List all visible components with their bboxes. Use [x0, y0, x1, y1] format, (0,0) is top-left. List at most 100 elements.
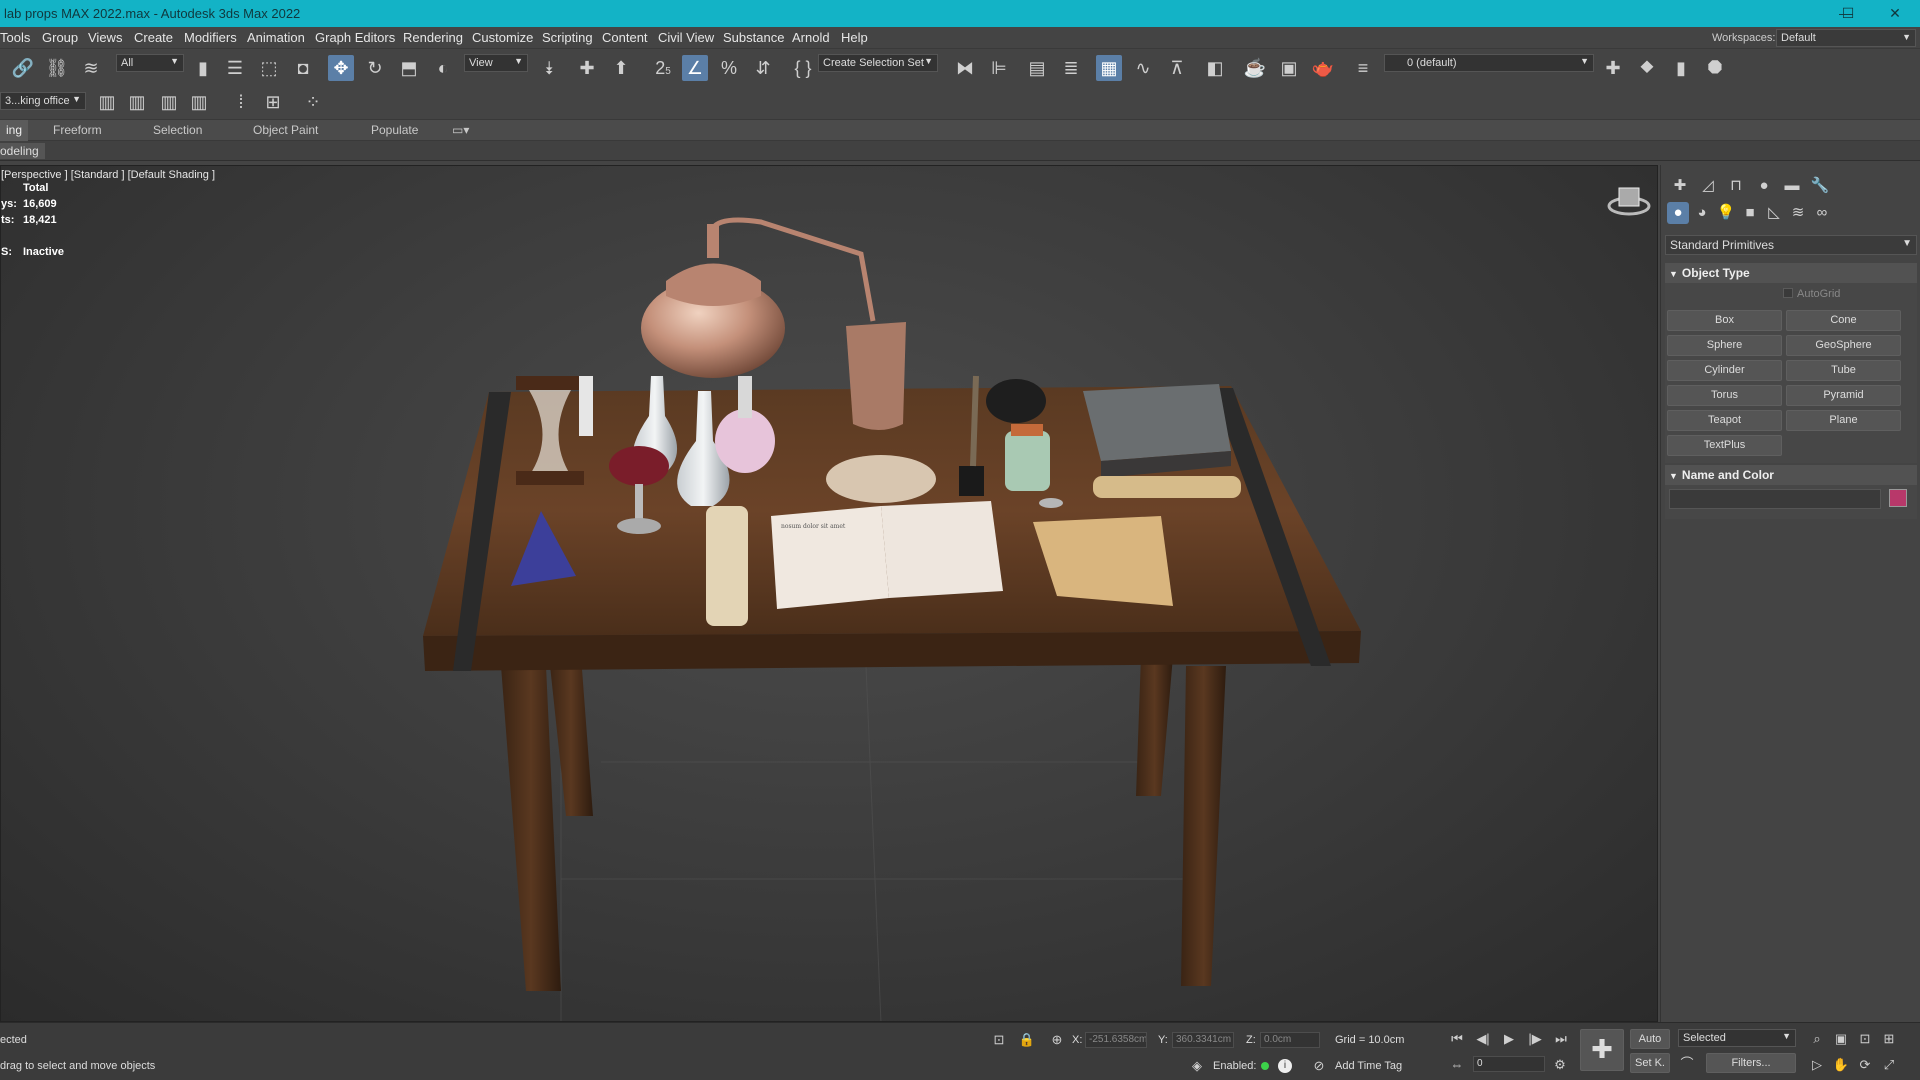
menu-content[interactable]: Content: [602, 30, 648, 45]
cone-button[interactable]: Cone: [1786, 310, 1901, 331]
ribbon-tab-freeform[interactable]: Freeform: [53, 123, 102, 137]
zoom-extents-icon[interactable]: ⊡: [1856, 1030, 1874, 1048]
menu-modifiers[interactable]: Modifiers: [184, 30, 237, 45]
close-button[interactable]: ✕: [1875, 2, 1915, 24]
selection-filter-dropdown[interactable]: All ▼: [116, 54, 184, 72]
scene-explorer-dropdown[interactable]: 3...king office ▼: [0, 92, 86, 110]
set-current-layer-icon[interactable]: ⯃: [1702, 55, 1728, 81]
render-setup-icon[interactable]: ☕: [1242, 55, 1268, 81]
named-selection-dropdown[interactable]: Create Selection Set ▼: [818, 54, 938, 72]
motion-tab-icon[interactable]: ●: [1753, 175, 1775, 197]
unlink-icon[interactable]: ⛓: [44, 55, 70, 81]
absolute-mode-icon[interactable]: ⊕: [1048, 1031, 1066, 1049]
angle-snap-icon[interactable]: ∠: [682, 55, 708, 81]
adaptive-degradation-icon[interactable]: ◈: [1188, 1057, 1206, 1075]
ribbon-options-icon[interactable]: ▭▾: [452, 123, 469, 137]
edit-named-selection-icon[interactable]: { }: [790, 55, 816, 81]
layer-move-icon[interactable]: ▥: [156, 89, 182, 115]
geosphere-button[interactable]: GeoSphere: [1786, 335, 1901, 356]
helpers-icon[interactable]: ◺: [1763, 202, 1785, 224]
menu-create[interactable]: Create: [134, 30, 173, 45]
menu-customize[interactable]: Customize: [472, 30, 533, 45]
add-time-tag[interactable]: Add Time Tag: [1335, 1060, 1402, 1072]
previous-frame-icon[interactable]: ◀|: [1474, 1030, 1492, 1048]
lock-selection-icon[interactable]: 🔒: [1018, 1031, 1036, 1049]
set-key-big-icon[interactable]: ✚: [1580, 1029, 1624, 1071]
info-icon[interactable]: i: [1278, 1059, 1292, 1073]
menu-graph-editors[interactable]: Graph Editors: [315, 30, 395, 45]
display-tab-icon[interactable]: ▬: [1781, 175, 1803, 197]
material-editor-icon[interactable]: ◧: [1202, 55, 1228, 81]
schematic-view-icon[interactable]: ⊼: [1164, 55, 1190, 81]
select-and-move-icon[interactable]: ✥: [328, 55, 354, 81]
current-frame-field[interactable]: 0: [1473, 1056, 1545, 1072]
workspaces-dropdown[interactable]: Default ▼: [1776, 29, 1916, 47]
select-by-name-icon[interactable]: ☰: [222, 55, 248, 81]
box-button[interactable]: Box: [1667, 310, 1782, 331]
window-crossing-icon[interactable]: ◘: [290, 55, 316, 81]
object-name-field[interactable]: [1669, 489, 1881, 509]
menu-arnold[interactable]: Arnold: [792, 30, 830, 45]
menu-views[interactable]: Views: [88, 30, 122, 45]
auto-key-button[interactable]: Auto: [1630, 1029, 1670, 1049]
key-tangents-icon[interactable]: ⌒: [1678, 1055, 1696, 1073]
menu-scripting[interactable]: Scripting: [542, 30, 593, 45]
textplus-button[interactable]: TextPlus: [1667, 435, 1782, 456]
select-manipulate-icon[interactable]: ✚: [574, 55, 600, 81]
lights-icon[interactable]: 💡: [1715, 202, 1737, 224]
layer-settings-icon[interactable]: ▥: [94, 89, 120, 115]
y-coordinate-field[interactable]: 360.3341cm: [1172, 1032, 1234, 1048]
percent-snap-icon[interactable]: %: [716, 55, 742, 81]
create-layer-icon[interactable]: ✚: [1600, 55, 1626, 81]
cameras-icon[interactable]: ■: [1739, 202, 1761, 224]
create-tab-icon[interactable]: ✚: [1669, 175, 1691, 197]
ribbon-tab-selection[interactable]: Selection: [153, 123, 202, 137]
torus-button[interactable]: Torus: [1667, 385, 1782, 406]
menu-substance[interactable]: Substance: [723, 30, 784, 45]
maximize-button[interactable]: ☐: [1828, 2, 1868, 24]
menu-rendering[interactable]: Rendering: [403, 30, 463, 45]
menu-group[interactable]: Group: [42, 30, 78, 45]
menu-tools[interactable]: Tools: [0, 30, 30, 45]
ribbon-tab-populate[interactable]: Populate: [371, 123, 418, 137]
manage-layers-icon[interactable]: ≡: [1350, 55, 1376, 81]
primitive-category-dropdown[interactable]: Standard Primitives ▼: [1665, 235, 1917, 255]
pan-view-icon[interactable]: ✋: [1832, 1056, 1850, 1074]
snaps-toggle-icon[interactable]: 25: [650, 55, 676, 81]
time-configuration-icon[interactable]: ⚙: [1551, 1056, 1569, 1074]
reference-coordinate-dropdown[interactable]: View ▼: [464, 54, 528, 72]
time-tag-icon[interactable]: ⊘: [1310, 1057, 1328, 1075]
go-to-end-icon[interactable]: ⏭: [1552, 1030, 1570, 1048]
layer-select-icon[interactable]: ▥: [186, 89, 212, 115]
object-color-swatch[interactable]: [1889, 489, 1907, 507]
menu-help[interactable]: Help: [841, 30, 868, 45]
pyramid-button[interactable]: Pyramid: [1786, 385, 1901, 406]
bind-space-warp-icon[interactable]: ≋: [78, 55, 104, 81]
shapes-icon[interactable]: ◕: [1691, 202, 1713, 224]
ribbon-tab-object-paint[interactable]: Object Paint: [253, 123, 318, 137]
set-key-button[interactable]: Set K.: [1630, 1053, 1670, 1073]
menu-animation[interactable]: Animation: [247, 30, 305, 45]
spinner-snap-icon[interactable]: ⇵: [750, 55, 776, 81]
play-icon[interactable]: ▶: [1500, 1030, 1518, 1048]
viewcube-icon[interactable]: [1607, 182, 1651, 218]
next-frame-icon[interactable]: |▶: [1526, 1030, 1544, 1048]
z-coordinate-field[interactable]: 0.0cm: [1260, 1032, 1320, 1048]
select-and-scale-icon[interactable]: ⬒: [396, 55, 422, 81]
ribbon-tab-modeling[interactable]: ing: [0, 120, 29, 141]
rendered-frame-window-icon[interactable]: ▣: [1276, 55, 1302, 81]
teapot-button[interactable]: Teapot: [1667, 410, 1782, 431]
perspective-viewport[interactable]: nosum dolor sit amet [Perspective ] [Sta…: [0, 165, 1658, 1022]
select-in-layer-icon[interactable]: ▮: [1668, 55, 1694, 81]
add-to-layer-icon[interactable]: ⯁: [1634, 55, 1660, 81]
key-filter-dropdown[interactable]: Selected ▼: [1678, 1029, 1796, 1047]
layer-add-icon[interactable]: ▥: [124, 89, 150, 115]
render-production-icon[interactable]: 🫖: [1310, 55, 1336, 81]
zoom-icon[interactable]: ⌕: [1808, 1030, 1826, 1048]
object-type-header[interactable]: ▼ Object Type: [1665, 263, 1917, 283]
zoom-extents-all-icon[interactable]: ⊞: [1880, 1030, 1898, 1048]
zoom-all-icon[interactable]: ▣: [1832, 1030, 1850, 1048]
select-object-icon[interactable]: ▮: [190, 55, 216, 81]
mirror-icon[interactable]: ⧓: [952, 55, 978, 81]
utilities-tab-icon[interactable]: 🔧: [1809, 175, 1831, 197]
